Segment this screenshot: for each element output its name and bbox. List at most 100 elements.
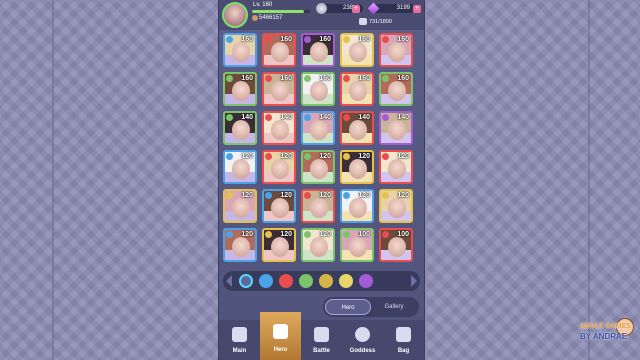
hero-face <box>310 81 328 101</box>
swords-icon <box>314 327 329 342</box>
dark-icon[interactable] <box>359 274 373 288</box>
hero-card[interactable]: 120 <box>301 228 335 262</box>
hero-card[interactable]: 140 <box>340 111 374 145</box>
gallery-tab[interactable]: Gallery <box>371 299 417 315</box>
coin-icon <box>316 3 327 14</box>
nav-label: Bag <box>397 348 410 354</box>
hero-face <box>310 120 328 140</box>
hero-level: 160 <box>280 75 292 82</box>
nav-goddess[interactable]: Goddess <box>342 320 383 360</box>
hero-card[interactable]: 160 <box>262 33 296 67</box>
goddess-icon <box>355 327 370 342</box>
hero-tab[interactable]: Hero <box>325 299 371 315</box>
hero-card[interactable]: 120 <box>223 228 257 262</box>
capacity-icon <box>359 18 367 25</box>
earth-element-icon <box>226 75 233 82</box>
hero-card[interactable]: 120 <box>301 189 335 223</box>
hero-card[interactable]: 120 <box>262 189 296 223</box>
hero-level: 120 <box>241 153 253 160</box>
hero-face <box>271 198 289 218</box>
fire-element-icon <box>382 231 389 238</box>
hero-card[interactable]: 160 <box>301 72 335 106</box>
hero-card[interactable]: 120 <box>223 189 257 223</box>
hero-card[interactable]: 160 <box>379 72 413 106</box>
hero-card[interactable]: 120 <box>262 150 296 184</box>
add-gems-button[interactable]: + <box>413 5 421 13</box>
hero-card[interactable]: 140 <box>379 111 413 145</box>
earth-element-icon <box>304 231 311 238</box>
star-icon[interactable] <box>339 274 353 288</box>
bg-divider <box>52 0 54 360</box>
earth-element-icon <box>304 153 311 160</box>
element-filter-bar <box>223 271 420 291</box>
hero-level: 140 <box>397 114 409 121</box>
hero-card[interactable]: 120 <box>262 228 296 262</box>
gem-amount: 3199 <box>396 5 410 11</box>
hero-level: 160 <box>280 36 292 43</box>
water-element-icon <box>265 192 272 199</box>
water-element-icon <box>226 153 233 160</box>
hero-card[interactable]: 160 <box>223 72 257 106</box>
nav-hero[interactable]: Hero <box>260 312 301 360</box>
hero-face <box>271 159 289 179</box>
hero-face <box>388 42 406 62</box>
nav-label: Battle <box>313 348 330 354</box>
all-icon[interactable] <box>239 274 253 288</box>
filter-right-arrow[interactable] <box>411 275 417 287</box>
hero-face <box>310 42 328 62</box>
hero-level: 160 <box>241 36 253 43</box>
water-icon[interactable] <box>259 274 273 288</box>
player-avatar[interactable] <box>222 2 248 28</box>
nav-main[interactable]: Main <box>219 320 260 360</box>
hero-level: 160 <box>319 75 331 82</box>
hero-card[interactable]: 100 <box>340 228 374 262</box>
hero-card[interactable]: 140 <box>301 111 335 145</box>
hero-card[interactable]: 160 <box>301 33 335 67</box>
hero-level: 120 <box>358 153 370 160</box>
earth-icon[interactable] <box>299 274 313 288</box>
hero-card[interactable]: 140 <box>223 111 257 145</box>
fire-element-icon <box>265 75 272 82</box>
hero-card[interactable]: 120 <box>379 150 413 184</box>
hero-card[interactable]: 160 <box>340 33 374 67</box>
filter-left-arrow[interactable] <box>226 275 232 287</box>
earth-element-icon <box>226 114 233 121</box>
hero-capacity: 731/1800 <box>369 19 392 25</box>
hero-level: 160 <box>241 75 253 82</box>
fire-element-icon <box>265 114 272 121</box>
fire-element-icon <box>343 75 350 82</box>
hero-card[interactable]: 160 <box>223 33 257 67</box>
earth-element-icon <box>304 75 311 82</box>
light-element-icon <box>343 153 350 160</box>
nav-bag[interactable]: Bag <box>383 320 424 360</box>
light-element-icon <box>226 192 233 199</box>
hero-card[interactable]: 140 <box>262 111 296 145</box>
hero-level: 160 <box>358 36 370 43</box>
hero-card[interactable]: 120 <box>379 189 413 223</box>
nav-battle[interactable]: Battle <box>301 320 342 360</box>
game-screen: Lv. 160 5466157 238M + 3199 + 731/1800 1… <box>218 0 425 360</box>
hero-card[interactable]: 160 <box>262 72 296 106</box>
hero-level: 120 <box>280 192 292 199</box>
hero-card[interactable]: 160 <box>379 33 413 67</box>
fire-element-icon <box>265 36 272 43</box>
hero-card[interactable]: 100 <box>379 228 413 262</box>
hero-card[interactable]: 120 <box>301 150 335 184</box>
watermark: ADULT GAMES BY ANDRAE <box>580 318 638 356</box>
bag-icon <box>396 327 411 342</box>
hero-level: 140 <box>241 114 253 121</box>
add-coins-button[interactable]: + <box>352 5 360 13</box>
earth-element-icon <box>343 231 350 238</box>
hero-face <box>232 81 250 101</box>
fire-icon[interactable] <box>279 274 293 288</box>
hero-card[interactable]: 160 <box>340 72 374 106</box>
hero-card[interactable]: 120 <box>340 150 374 184</box>
earth-element-icon <box>382 75 389 82</box>
hero-level: 120 <box>319 153 331 160</box>
nav-label: Goddess <box>349 348 376 354</box>
light-element-icon <box>265 231 272 238</box>
hero-card[interactable]: 120 <box>223 150 257 184</box>
light-icon[interactable] <box>319 274 333 288</box>
dark-element-icon <box>304 36 311 43</box>
hero-card[interactable]: 120 <box>340 189 374 223</box>
